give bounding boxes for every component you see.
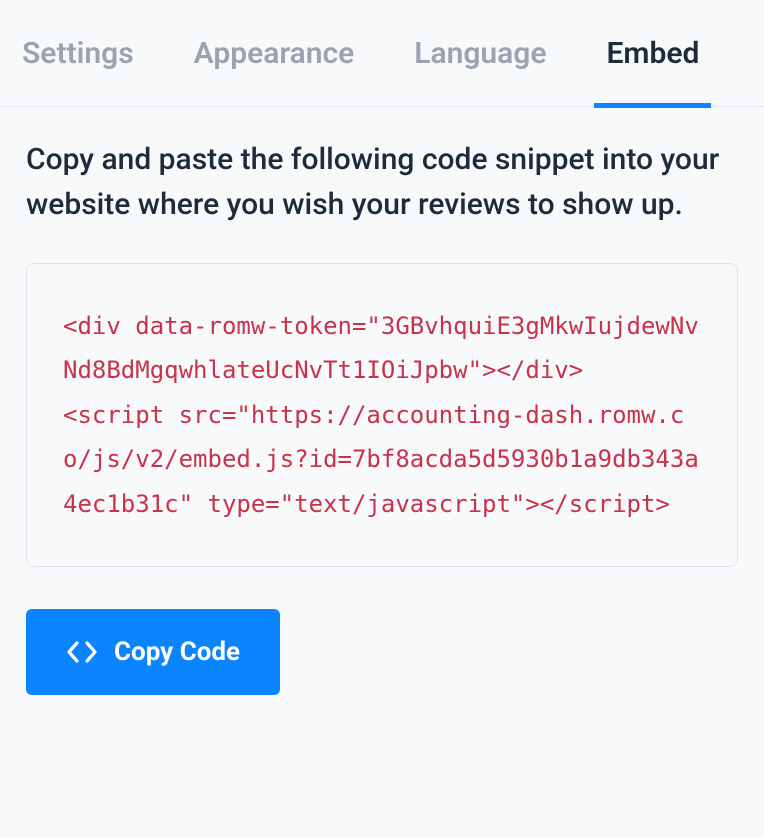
- copy-code-button[interactable]: Copy Code: [26, 609, 280, 695]
- copy-code-button-label: Copy Code: [114, 637, 240, 667]
- tab-settings[interactable]: Settings: [20, 0, 136, 107]
- tab-appearance[interactable]: Appearance: [192, 0, 357, 107]
- embed-instructions: Copy and paste the following code snippe…: [26, 137, 738, 227]
- embed-panel: Copy and paste the following code snippe…: [0, 107, 764, 695]
- code-icon: [66, 640, 98, 664]
- tab-bar: Settings Appearance Language Embed: [0, 0, 764, 107]
- tab-embed[interactable]: Embed: [604, 0, 701, 107]
- embed-code-snippet[interactable]: <div data-romw-token="3GBvhquiE3gMkwIujd…: [26, 263, 738, 567]
- tab-language[interactable]: Language: [412, 0, 548, 107]
